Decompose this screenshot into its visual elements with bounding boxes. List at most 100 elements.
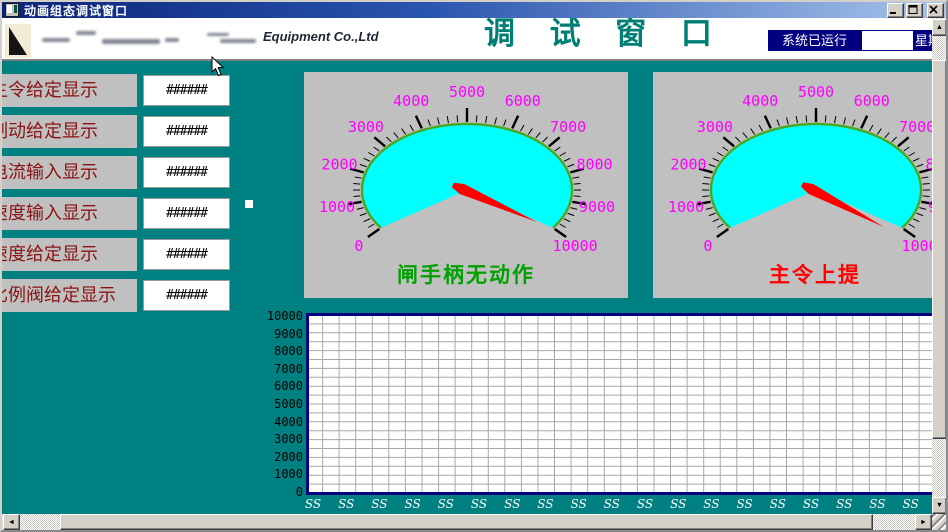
gauge-minor-tick (825, 115, 826, 122)
gauge-minor-tick (355, 177, 362, 178)
gauge-minor-tick (564, 219, 570, 222)
gauge-minor-tick (495, 118, 497, 125)
x-axis-tick-label: SS (763, 497, 793, 511)
y-axis-tick-label: 0 (255, 485, 303, 499)
gauge-minor-tick (709, 164, 716, 166)
y-axis-tick-label: 2000 (255, 450, 303, 464)
scroll-up-button[interactable]: ▲ (932, 19, 947, 36)
gauge-major-tick (898, 137, 909, 146)
resize-grip[interactable] (932, 514, 947, 530)
close-icon (929, 5, 940, 14)
minimize-button[interactable] (887, 3, 904, 18)
readout-row: 主令给定显示###### (0, 74, 260, 107)
x-axis-tick-label: SS (796, 497, 826, 511)
gauge-major-tick (555, 229, 566, 237)
close-button[interactable] (927, 3, 944, 18)
gauge-minor-tick (574, 183, 581, 184)
x-axis-tick-label: SS (398, 497, 428, 511)
minimize-icon (889, 5, 900, 14)
y-axis-tick-label: 4000 (255, 415, 303, 429)
system-running-label: 系统已运行 (768, 30, 861, 51)
title-bar: 动画组态调试窗口 (2, 2, 946, 18)
gauge-minor-tick (877, 129, 881, 135)
x-axis-tick-label: SS (896, 497, 926, 511)
scroll-down-button[interactable]: ▼ (932, 497, 947, 514)
gauge-minor-tick (572, 177, 579, 178)
gauge-minor-tick (702, 196, 709, 197)
gauge-major-tick (904, 229, 915, 237)
gauge-scale-label: 9000 (579, 198, 615, 216)
readout-value: ###### (143, 157, 230, 188)
gauge-minor-tick (402, 129, 406, 135)
gauge-minor-tick (706, 208, 713, 210)
gauge-minor-tick (853, 120, 855, 127)
readout-label: 比例阀给定显示 (0, 279, 137, 312)
horizontal-scrollbar-thumb[interactable] (60, 514, 873, 530)
gauge-minor-tick (923, 196, 930, 197)
gauge-minor-tick (360, 164, 367, 166)
x-axis-tick-label: SS (364, 497, 394, 511)
indicator-dot (245, 200, 253, 208)
gauge-minor-tick (702, 183, 709, 184)
gauge-minor-tick (717, 224, 723, 228)
gauge-minor-tick (751, 129, 755, 135)
vertical-scrollbar[interactable]: ▲ ▼ (932, 18, 947, 514)
x-axis-tick-label: SS (431, 497, 461, 511)
maximize-icon (908, 5, 919, 14)
page-title: 调 试 窗 口 (484, 18, 725, 53)
app-window: 动画组态调试窗口 Equipment Co. (0, 0, 948, 532)
gauge-minor-tick (568, 164, 575, 166)
gauge-minor-tick (917, 213, 924, 215)
y-axis-tick-label: 6000 (255, 379, 303, 393)
company-name: Equipment Co.,Ltd (263, 29, 379, 44)
x-axis-tick-label: SS (862, 497, 892, 511)
y-axis-tick-label: 10000 (255, 309, 303, 323)
gauge-minor-tick (504, 120, 506, 127)
gauge-minor-tick (909, 224, 915, 228)
gauge-minor-tick (368, 224, 374, 228)
trend-chart (306, 313, 936, 495)
gauge-scale-label: 4000 (393, 92, 429, 110)
readout-row: 制动给定显示###### (0, 115, 260, 148)
readout-value: ###### (143, 280, 230, 311)
gauge-minor-tick (528, 129, 532, 135)
gauge-minor-tick (870, 125, 874, 131)
gauge-minor-tick (796, 116, 797, 123)
maximize-button[interactable] (906, 3, 923, 18)
gauge-minor-tick (844, 118, 846, 125)
x-axis-tick-label: SS (597, 497, 627, 511)
readout-value: ###### (143, 198, 230, 229)
gauge-minor-tick (570, 208, 577, 210)
vertical-scrollbar-thumb[interactable] (932, 60, 947, 439)
trend-chart-grid (306, 313, 936, 495)
x-axis-tick-label: SS (829, 497, 859, 511)
gauge-minor-tick (560, 224, 566, 228)
gauge-scale-label: 2000 (321, 156, 357, 174)
gauge-major-tick (861, 116, 867, 129)
gauge-minor-tick (717, 153, 723, 157)
horizontal-scrollbar[interactable]: ◄ ► (2, 514, 932, 530)
gauge-minor-tick (543, 137, 548, 142)
gauge-caption: 闸手柄无动作 (304, 259, 628, 289)
scroll-right-button[interactable]: ► (915, 514, 932, 530)
readout-row: 比例阀给定显示###### (0, 279, 260, 312)
gauge-minor-tick (357, 208, 364, 210)
gauge-minor-tick (806, 115, 807, 122)
gauge-minor-tick (476, 115, 477, 122)
gauge-minor-tick (364, 219, 370, 222)
x-axis-tick-label: SS (564, 497, 594, 511)
readout-value: ###### (143, 75, 230, 106)
scroll-left-button[interactable]: ◄ (3, 514, 20, 530)
y-axis-tick-label: 9000 (255, 327, 303, 341)
gauge-scale-label: 3000 (697, 118, 733, 136)
gauge-minor-tick (835, 116, 836, 123)
gauge-scale-label: 5000 (449, 83, 485, 101)
x-axis-tick-label: SS (497, 497, 527, 511)
scroll-right-icon: ► (917, 516, 931, 529)
runtime-value-field[interactable] (861, 30, 914, 51)
gauge-minor-tick (394, 133, 398, 138)
gauge-minor-tick (410, 125, 414, 131)
gauge-minor-tick (574, 196, 581, 197)
y-axis-tick-label: 1000 (255, 467, 303, 481)
gauge-minor-tick (447, 116, 448, 123)
